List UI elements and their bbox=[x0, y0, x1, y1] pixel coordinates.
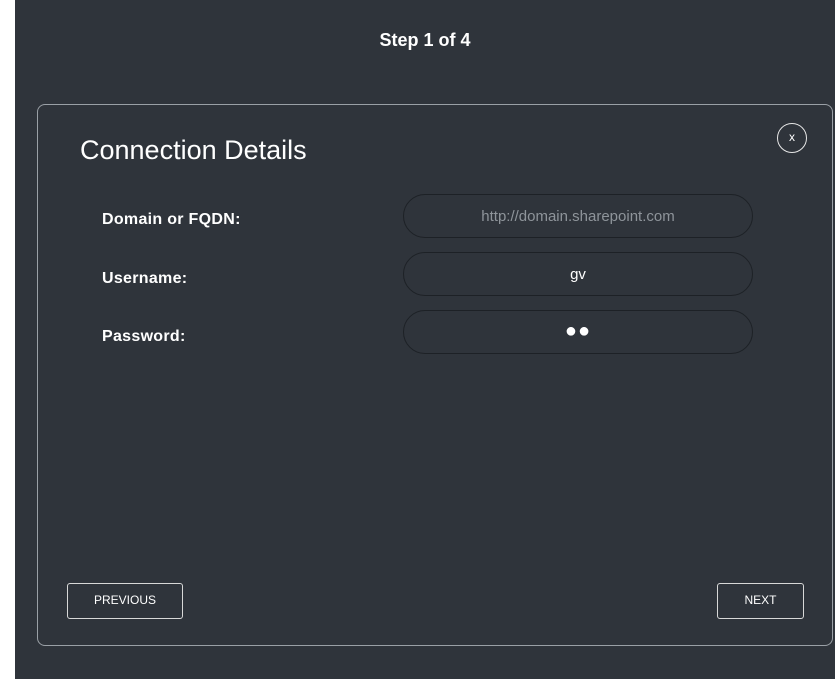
password-mask: ●● bbox=[564, 320, 592, 342]
dialog-title: Connection Details bbox=[80, 135, 307, 165]
close-button[interactable]: x bbox=[777, 123, 807, 153]
password-label: Password: bbox=[102, 328, 186, 345]
wizard-screen: Step 1 of 4 Connection Details x Domain … bbox=[15, 0, 835, 679]
previous-button[interactable]: PREVIOUS bbox=[67, 583, 183, 619]
username-label: Username: bbox=[102, 270, 188, 287]
domain-input[interactable] bbox=[403, 194, 753, 238]
next-button[interactable]: NEXT bbox=[717, 583, 804, 619]
password-input[interactable]: ●● bbox=[403, 310, 753, 354]
close-icon: x bbox=[789, 130, 795, 144]
connection-details-dialog: Connection Details x Domain or FQDN: Use… bbox=[37, 104, 833, 646]
domain-label: Domain or FQDN: bbox=[102, 211, 241, 228]
username-input[interactable] bbox=[403, 252, 753, 296]
step-indicator: Step 1 of 4 bbox=[379, 30, 471, 50]
